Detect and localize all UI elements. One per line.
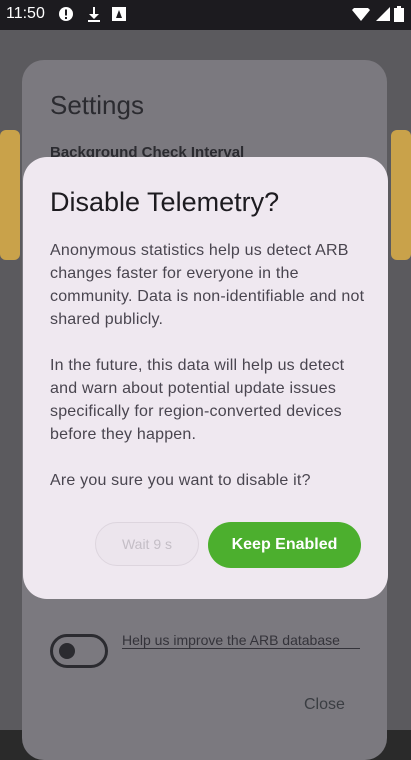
dialog-title: Disable Telemetry? [50,187,280,217]
dialog-body: Anonymous statistics help us detect ARB … [50,239,370,515]
improve-text: Help us improve the ARB database [122,632,360,649]
status-bar: 11:50 [0,0,411,30]
keep-enabled-button[interactable]: Keep Enabled [208,522,361,568]
wait-button[interactable]: Wait 9 s [95,522,199,566]
download-icon [86,6,102,27]
signal-icon [374,6,390,27]
dialog-paragraph: In the future, this data will help us de… [50,357,345,443]
dialog-paragraph: Anonymous statistics help us detect ARB … [50,242,365,328]
telemetry-toggle[interactable] [50,634,108,668]
dialog-paragraph: Are you sure you want to disable it? [50,472,311,489]
disable-telemetry-dialog: Disable Telemetry? Anonymous statistics … [23,157,388,599]
settings-title: Settings [50,90,144,120]
app-notification-icon [112,6,126,27]
alert-icon [58,6,74,27]
toggle-knob [59,643,75,659]
warning-card [0,130,20,260]
close-button[interactable]: Close [304,696,345,714]
warning-card-right [391,130,411,260]
battery-icon [394,6,404,27]
status-time: 11:50 [6,5,45,22]
wifi-icon [352,6,370,27]
